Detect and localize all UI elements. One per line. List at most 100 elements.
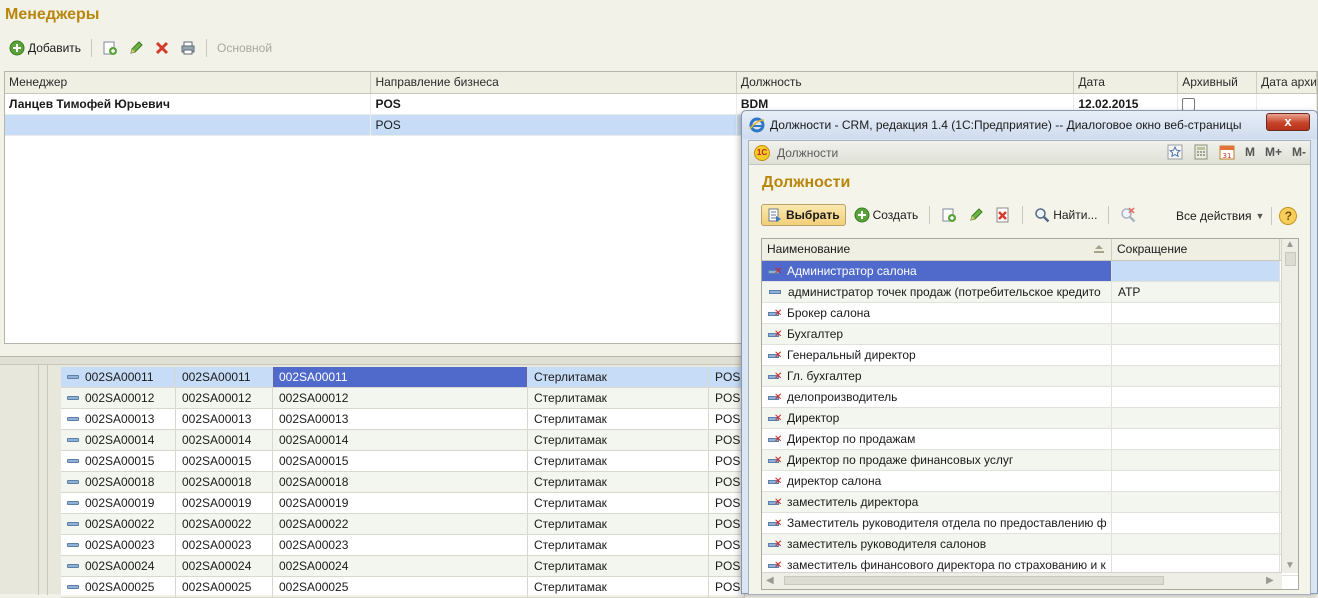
cell-city: Стерлитамак	[528, 535, 709, 555]
cell-name: ✕ Генеральный директор	[762, 345, 1112, 365]
select-button[interactable]: Выбрать	[761, 204, 846, 226]
add-icon	[9, 40, 25, 56]
cell-abbr	[1112, 408, 1280, 428]
primary-button[interactable]: Основной	[214, 37, 275, 59]
position-name: делопроизводитель	[787, 390, 898, 404]
toolbar-separator	[1022, 206, 1024, 224]
cell-name: ✕ Заместитель руководителя отдела по пред…	[762, 513, 1112, 533]
splitter[interactable]	[0, 357, 745, 365]
cell-c1: 002SA00018	[61, 472, 176, 492]
position-row[interactable]: ✕ Директор по продаже финансовых услуг	[762, 450, 1298, 471]
scroll-thumb[interactable]	[1284, 252, 1296, 266]
list-row[interactable]: 002SA00023 002SA00023 002SA00023 Стерлитама…	[61, 535, 745, 556]
position-row[interactable]: ✕ заместитель руководителя салонов	[762, 534, 1298, 555]
cell-c3: 002SA00025	[273, 577, 528, 597]
cell-text: 002SA00019	[279, 496, 349, 510]
position-row[interactable]: ✕ Заместитель руководителя отдела по пред…	[762, 513, 1298, 534]
dialog-content: 1С Должности 31 M M+ M- Должности Выбрат…	[748, 140, 1311, 595]
column-header-manager[interactable]: Менеджер	[5, 72, 372, 93]
position-name: заместитель руководителя салонов	[787, 537, 987, 551]
cell-text: 002SA00022	[85, 517, 155, 531]
toolbar-separator	[91, 39, 93, 57]
cell-text: 002SA00013	[85, 412, 155, 426]
cell-abbr	[1112, 450, 1280, 470]
list-row[interactable]: 002SA00013 002SA00013 002SA00013 Стерлитама…	[61, 409, 745, 430]
printer-icon	[180, 40, 196, 56]
mark-delete-button[interactable]	[992, 204, 1014, 226]
close-button[interactable]: x	[1266, 113, 1310, 131]
position-row[interactable]: ✕ делопроизводитель	[762, 387, 1298, 408]
dialog-window-title: Должности - CRM, редакция 1.4 (1С:Предпр…	[770, 118, 1242, 132]
column-header-date[interactable]: Дата	[1074, 72, 1179, 93]
edit-button[interactable]	[125, 37, 147, 59]
help-icon[interactable]: ?	[1279, 207, 1298, 225]
cancel-search-button[interactable]	[1117, 204, 1139, 226]
calculator-icon[interactable]	[1193, 144, 1209, 160]
list-row[interactable]: 002SA00011 002SA00011 002SA00011 Стерлитама…	[61, 367, 745, 388]
position-row[interactable]: ✕ Генеральный директор	[762, 345, 1298, 366]
memory-minus-button[interactable]: M-	[1292, 145, 1306, 159]
position-row[interactable]: ✕ Бухгалтер	[762, 324, 1298, 345]
list-row[interactable]: 002SA00025 002SA00025 002SA00025 Стерлитама…	[61, 577, 745, 598]
vertical-scrollbar[interactable]: ▲ ▼	[1281, 239, 1298, 573]
list-row[interactable]: 002SA00019 002SA00019 002SA00019 Стерлитама…	[61, 493, 745, 514]
cell-text: Стерлитамак	[534, 433, 607, 447]
scroll-right-arrow-icon[interactable]: ▶	[1266, 575, 1274, 586]
copy-button[interactable]	[938, 204, 960, 226]
copy-button[interactable]	[99, 37, 121, 59]
copy-icon	[941, 207, 957, 223]
dialog-titlebar[interactable]: Должности - CRM, редакция 1.4 (1С:Предпр…	[742, 111, 1317, 139]
column-header-archive-date[interactable]: Дата архи	[1257, 72, 1317, 93]
list-row[interactable]: 002SA00022 002SA00022 002SA00022 Стерлитама…	[61, 514, 745, 535]
position-row[interactable]: администратор точек продаж (потребительс…	[762, 282, 1298, 303]
scroll-down-arrow-icon[interactable]: ▼	[1282, 560, 1298, 571]
column-header-direction[interactable]: Направление бизнеса	[371, 72, 737, 93]
scroll-up-arrow-icon[interactable]: ▲	[1282, 239, 1298, 250]
cell-name: ✕ заместитель директора	[762, 492, 1112, 512]
cell-text: 002SA00023	[85, 538, 155, 552]
list-row[interactable]: 002SA00012 002SA00012 002SA00012 Стерлитама…	[61, 388, 745, 409]
cell-text: Стерлитамак	[534, 475, 607, 489]
position-row[interactable]: ✕ Гл. бухгалтер	[762, 366, 1298, 387]
horizontal-scrollbar[interactable]: ◀ ▶	[762, 572, 1282, 589]
item-icon	[67, 521, 79, 526]
favorite-star-icon[interactable]	[1167, 144, 1183, 160]
memory-plus-button[interactable]: M+	[1265, 145, 1282, 159]
position-row[interactable]: ✕ Администратор салона	[762, 261, 1298, 282]
position-name: Брокер салона	[787, 306, 871, 320]
scroll-left-arrow-icon[interactable]: ◀	[766, 575, 774, 586]
create-button[interactable]: Создать	[851, 204, 922, 226]
calendar-icon[interactable]: 31	[1219, 144, 1235, 160]
find-button[interactable]: Найти...	[1031, 204, 1100, 226]
list-row[interactable]: 002SA00018 002SA00018 002SA00018 Стерлитама…	[61, 472, 745, 493]
list-row[interactable]: 002SA00024 002SA00024 002SA00024 Стерлитама…	[61, 556, 745, 577]
copy-icon	[102, 40, 118, 56]
position-row[interactable]: ✕ директор салона	[762, 471, 1298, 492]
position-row[interactable]: ✕ Директор	[762, 408, 1298, 429]
positions-grid: Наименование Сокращение ✕ Администратор с…	[761, 238, 1299, 590]
cell-name: ✕ Брокер салона	[762, 303, 1112, 323]
column-header-abbr[interactable]: Сокращение	[1112, 239, 1280, 260]
edit-button[interactable]	[965, 204, 987, 226]
cell-text: Стерлитамак	[534, 538, 607, 552]
cell-text: 002SA00023	[182, 538, 252, 552]
list-row[interactable]: 002SA00015 002SA00015 002SA00015 Стерлитама…	[61, 451, 745, 472]
cell-text: POS	[715, 496, 741, 510]
position-row[interactable]: ✕ заместитель директора	[762, 492, 1298, 513]
column-header-position[interactable]: Должность	[737, 72, 1075, 93]
column-header-name[interactable]: Наименование	[762, 239, 1112, 260]
cell-c1: 002SA00011	[61, 367, 176, 387]
marked-deleted-icon: ✕	[768, 308, 782, 319]
scroll-thumb[interactable]	[784, 576, 1164, 585]
position-row[interactable]: ✕ Директор по продажам	[762, 429, 1298, 450]
delete-button[interactable]	[151, 37, 173, 59]
all-actions-menu[interactable]: Все действия ▼ ?	[1176, 207, 1298, 225]
item-icon	[67, 479, 79, 484]
print-button[interactable]	[177, 37, 199, 59]
add-button[interactable]: Добавить	[6, 37, 84, 59]
cell-text: Стерлитамак	[534, 370, 607, 384]
column-header-archived[interactable]: Архивный	[1178, 72, 1258, 93]
position-row[interactable]: ✕ Брокер салона	[762, 303, 1298, 324]
memory-button[interactable]: M	[1245, 145, 1255, 159]
list-row[interactable]: 002SA00014 002SA00014 002SA00014 Стерлитама…	[61, 430, 745, 451]
